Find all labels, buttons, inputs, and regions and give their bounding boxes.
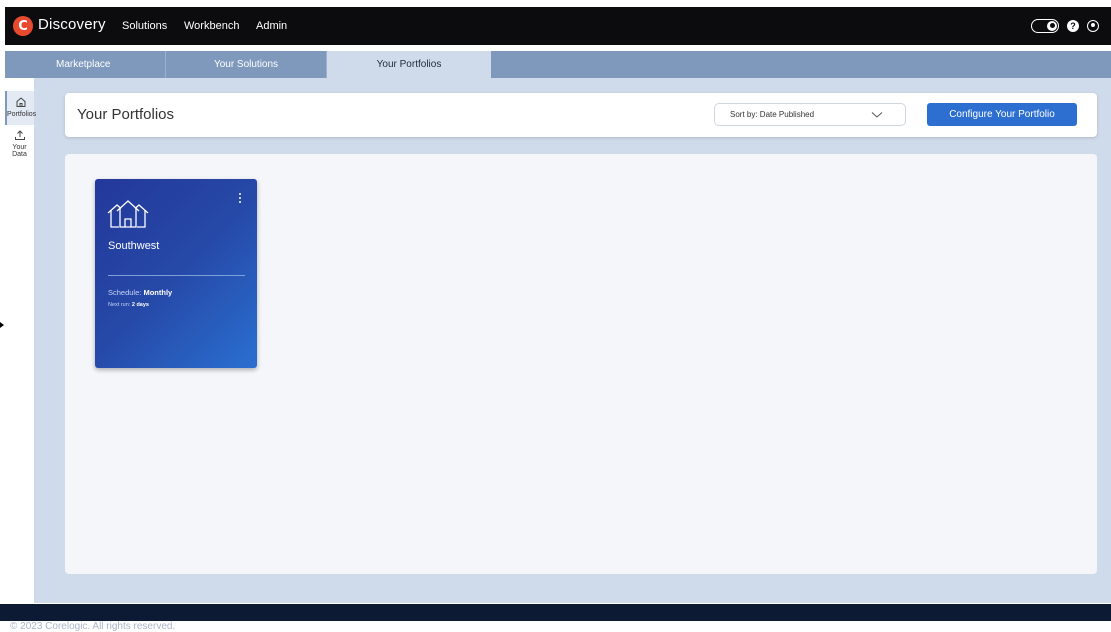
footer: © 2023 Corelogic. All rights reserved.	[0, 604, 1111, 632]
more-options-icon[interactable]	[237, 192, 243, 206]
home-icon	[16, 97, 25, 107]
collapse-arrow-icon[interactable]	[0, 322, 4, 328]
portfolio-card[interactable]: Southwest Schedule: Monthly Next run: 2 …	[95, 179, 257, 368]
sort-dropdown-label: Sort by: Date Published	[730, 110, 815, 119]
houses-icon	[107, 200, 149, 228]
portfolio-schedule: Schedule: Monthly	[108, 288, 173, 297]
top-navbar: C Discovery Solutions Workbench Admin ?	[5, 7, 1111, 45]
sidebar-item-portfolios[interactable]: Portfolios	[5, 91, 37, 125]
tab-your-portfolios[interactable]: Your Portfolios	[327, 51, 491, 78]
page-title: Your Portfolios	[77, 106, 175, 123]
sidebar: Portfolios Your Data	[5, 91, 37, 603]
upload-icon	[14, 130, 25, 140]
page-header: Your Portfolios Sort by: Date Published …	[65, 93, 1097, 137]
sort-dropdown[interactable]: Sort by: Date Published	[714, 103, 906, 126]
sidebar-item-label: Your Data	[12, 144, 27, 158]
portfolio-next-run: Next run: 2 days	[108, 302, 149, 308]
sidebar-item-your-data[interactable]: Your Data	[5, 129, 34, 158]
nav-workbench[interactable]: Workbench	[184, 20, 239, 32]
card-divider	[108, 275, 245, 276]
help-icon[interactable]: ?	[1067, 20, 1079, 32]
tab-your-solutions[interactable]: Your Solutions	[166, 51, 327, 78]
sidebar-item-label: Portfolios	[7, 111, 37, 118]
theme-toggle-icon[interactable]	[1031, 19, 1059, 33]
nav-admin[interactable]: Admin	[256, 20, 287, 32]
portfolio-card-title: Southwest	[108, 240, 160, 252]
tab-marketplace[interactable]: Marketplace	[5, 51, 166, 78]
user-icon[interactable]	[1087, 20, 1099, 32]
chevron-down-icon	[871, 112, 883, 118]
configure-portfolio-button[interactable]: Configure Your Portfolio	[927, 103, 1077, 126]
footer-text: © 2023 Corelogic. All rights reserved.	[10, 621, 176, 632]
brand-name[interactable]: Discovery	[38, 16, 106, 33]
tab-bar: Marketplace Your Solutions Your Portfoli…	[5, 51, 1111, 78]
brand-logo-icon[interactable]: C	[13, 16, 33, 36]
nav-solutions[interactable]: Solutions	[122, 20, 167, 32]
